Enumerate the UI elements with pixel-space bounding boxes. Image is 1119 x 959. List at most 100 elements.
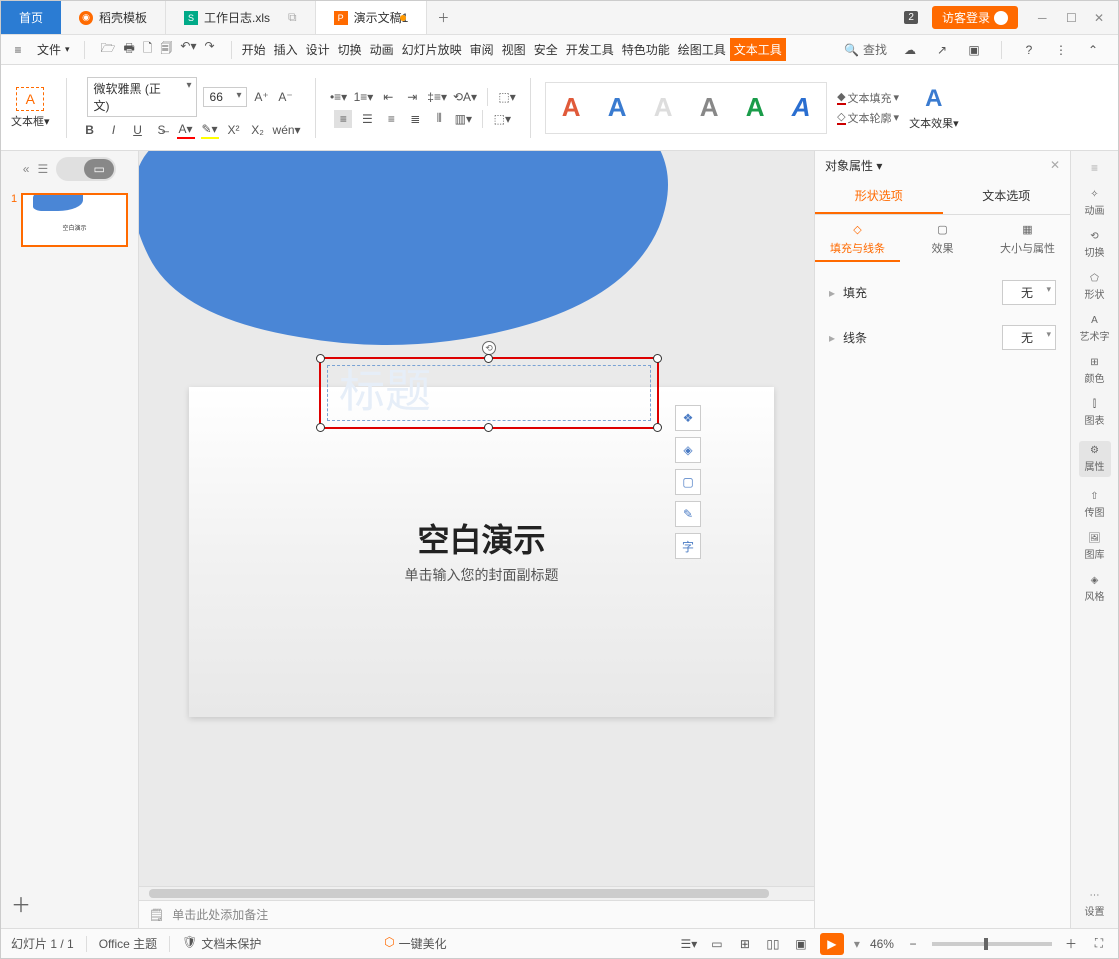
notification-badge[interactable]: 2 bbox=[904, 11, 918, 24]
resize-handle-nw[interactable] bbox=[316, 354, 325, 363]
outline-view-icon[interactable]: ☰ bbox=[37, 162, 48, 176]
bullet-list-icon[interactable]: •≡▾ bbox=[330, 88, 348, 106]
sb-settings[interactable]: ⋯设置 bbox=[1085, 890, 1105, 918]
reading-view-icon[interactable]: ▯▯ bbox=[764, 935, 782, 953]
menu-features[interactable]: 特色功能 bbox=[618, 38, 674, 61]
zoom-knob[interactable] bbox=[984, 938, 988, 950]
sidebar-toggle-icon[interactable]: ≡ bbox=[1091, 161, 1098, 175]
outline-tool-icon[interactable]: ▢ bbox=[675, 469, 701, 495]
convert-shape-icon[interactable]: ⬚▾ bbox=[493, 110, 511, 128]
share-icon[interactable]: ↗ bbox=[933, 41, 951, 59]
notes-view-icon[interactable]: ☰▾ bbox=[680, 935, 698, 953]
font-size-select[interactable]: 66 bbox=[203, 87, 247, 107]
textbox-button[interactable]: A 文本框▾ bbox=[9, 85, 52, 131]
number-list-icon[interactable]: 1≡▾ bbox=[354, 88, 374, 106]
slide-thumbnail-1[interactable]: 1 空白演示 bbox=[11, 193, 128, 247]
distribute-icon[interactable]: ⫴ bbox=[430, 110, 448, 128]
sb-chart[interactable]: ⫿图表 bbox=[1085, 399, 1105, 427]
print-icon[interactable]: 🖶 bbox=[123, 39, 134, 60]
fill-tool-icon[interactable]: ◈ bbox=[675, 437, 701, 463]
text-style-3[interactable]: A bbox=[688, 87, 730, 129]
menu-hamburger-icon[interactable]: ≡ bbox=[9, 41, 27, 59]
sb-animation[interactable]: ✧动画 bbox=[1085, 189, 1105, 217]
resize-handle-n[interactable] bbox=[484, 354, 493, 363]
text-style-5[interactable]: A bbox=[780, 87, 822, 129]
tab-text-options[interactable]: 文本选项 bbox=[943, 179, 1071, 214]
align-right-icon[interactable]: ≡ bbox=[382, 110, 400, 128]
font-family-select[interactable]: 微软雅黑 (正文) bbox=[87, 77, 197, 117]
resize-handle-se[interactable] bbox=[653, 423, 662, 432]
protect-indicator[interactable]: 🛡文档未保护 bbox=[182, 935, 261, 952]
sb-properties[interactable]: ⚙属性 bbox=[1079, 441, 1111, 477]
scrollbar-thumb[interactable] bbox=[149, 889, 769, 898]
menu-view[interactable]: 视图 bbox=[498, 38, 530, 61]
tab-doc-0[interactable]: ◉ 稻壳模板 bbox=[61, 1, 166, 34]
menu-review[interactable]: 审阅 bbox=[466, 38, 498, 61]
subtab-size[interactable]: ▦大小与属性 bbox=[985, 223, 1070, 262]
theme-indicator[interactable]: Office 主题 bbox=[99, 935, 157, 952]
search-button[interactable]: 🔍查找 bbox=[844, 41, 887, 58]
rotate-handle-icon[interactable]: ⟲ bbox=[482, 341, 496, 355]
align-top-icon[interactable]: ⬚▾ bbox=[498, 88, 516, 106]
tab-home[interactable]: 首页 bbox=[1, 1, 61, 34]
strike-icon[interactable]: S̶ bbox=[153, 121, 171, 139]
zoom-slider[interactable] bbox=[932, 942, 1052, 946]
view-toggle[interactable]: ▭ bbox=[56, 157, 116, 181]
zoom-out-icon[interactable]: − bbox=[904, 935, 922, 953]
blue-blob-shape[interactable] bbox=[139, 151, 789, 357]
zoom-in-icon[interactable]: ＋ bbox=[1062, 935, 1080, 953]
shrink-font-icon[interactable]: A⁻ bbox=[277, 88, 295, 106]
menu-drawing[interactable]: 绘图工具 bbox=[674, 38, 730, 61]
subtab-effects[interactable]: ▢效果 bbox=[900, 223, 985, 262]
menu-slideshow[interactable]: 幻灯片放映 bbox=[398, 38, 466, 61]
slide-count[interactable]: 幻灯片 1 / 1 bbox=[11, 935, 74, 952]
menu-texttools[interactable]: 文本工具 bbox=[730, 38, 786, 61]
subtab-fill-line[interactable]: ◇填充与线条 bbox=[815, 223, 900, 262]
align-center-icon[interactable]: ☰ bbox=[358, 110, 376, 128]
minimize-icon[interactable]: ─ bbox=[1038, 11, 1052, 25]
line-select[interactable]: 无 bbox=[1002, 325, 1056, 350]
text-style-gallery[interactable]: A A A A A A bbox=[545, 82, 827, 134]
sb-shape[interactable]: ⬠形状 bbox=[1085, 273, 1105, 301]
layers-icon[interactable]: ❖ bbox=[675, 405, 701, 431]
beautify-button[interactable]: ⬡一键美化 bbox=[384, 935, 447, 952]
menu-insert[interactable]: 插入 bbox=[270, 38, 302, 61]
sb-upload[interactable]: ⇧传图 bbox=[1085, 491, 1105, 519]
title-textbox-selection[interactable]: ⟲ 标题 bbox=[319, 357, 659, 429]
highlight-icon[interactable]: ✎▾ bbox=[201, 121, 219, 139]
notes-pane[interactable]: 🗒 单击此处添加备注 bbox=[139, 900, 814, 928]
collapse-ribbon-icon[interactable]: ⌃ bbox=[1084, 41, 1102, 59]
save-icon[interactable]: 🗐 bbox=[160, 39, 172, 60]
text-direction-icon[interactable]: ⟲A▾ bbox=[453, 88, 477, 106]
undo-icon[interactable]: ↶▾ bbox=[180, 39, 196, 60]
horizontal-scrollbar[interactable] bbox=[139, 886, 814, 900]
sb-color[interactable]: ⊞颜色 bbox=[1085, 357, 1105, 385]
tab-shape-options[interactable]: 形状选项 bbox=[815, 179, 943, 214]
underline-icon[interactable]: U bbox=[129, 121, 147, 139]
font-color-icon[interactable]: A▾ bbox=[177, 121, 195, 139]
zoom-value[interactable]: 46% bbox=[870, 937, 894, 951]
normal-view-icon[interactable]: ▭ bbox=[708, 935, 726, 953]
resize-handle-sw[interactable] bbox=[316, 423, 325, 432]
expand-fill-icon[interactable]: ▸ bbox=[829, 286, 835, 300]
tab-doc-1[interactable]: S 工作日志.xls ⧉ bbox=[166, 1, 316, 34]
cloud-icon[interactable]: ☁ bbox=[901, 41, 919, 59]
align-left-icon[interactable]: ≡ bbox=[334, 110, 352, 128]
sb-style[interactable]: ◈风格 bbox=[1085, 575, 1105, 603]
superscript-icon[interactable]: X² bbox=[225, 121, 243, 139]
indent-inc-icon[interactable]: ⇥ bbox=[403, 88, 421, 106]
indent-dec-icon[interactable]: ⇤ bbox=[379, 88, 397, 106]
text-style-0[interactable]: A bbox=[550, 87, 592, 129]
window-icon[interactable]: ▣ bbox=[965, 41, 983, 59]
text-style-4[interactable]: A bbox=[734, 87, 776, 129]
open-icon[interactable]: 🗁 bbox=[101, 39, 116, 60]
expand-line-icon[interactable]: ▸ bbox=[829, 331, 835, 345]
menu-transition[interactable]: 切换 bbox=[334, 38, 366, 61]
resize-handle-ne[interactable] bbox=[653, 354, 662, 363]
italic-icon[interactable]: I bbox=[105, 121, 123, 139]
tab-doc-2[interactable]: P 演示文稿1 bbox=[316, 1, 428, 34]
pinyin-icon[interactable]: wén▾ bbox=[273, 121, 301, 139]
text-style-1[interactable]: A bbox=[596, 87, 638, 129]
line-spacing-icon[interactable]: ‡≡▾ bbox=[427, 88, 447, 106]
help-icon[interactable]: ? bbox=[1020, 41, 1038, 59]
